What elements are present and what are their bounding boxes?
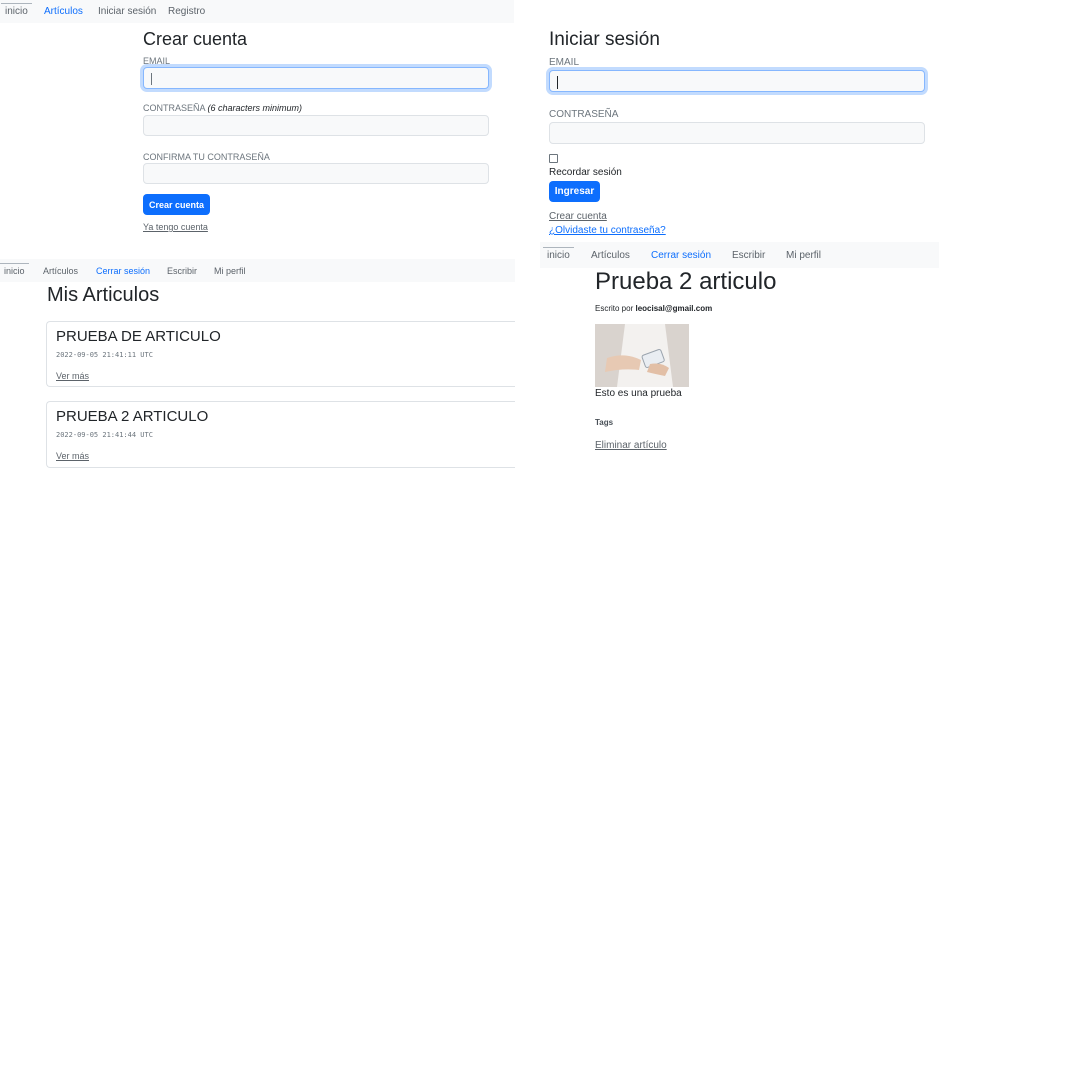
nav-cerrar-sesion[interactable]: Cerrar sesión [96,266,150,276]
nav-escribir[interactable]: Escribir [732,250,765,261]
remember-checkbox[interactable] [549,154,558,163]
password-label: CONTRASEÑA (6 characters minimum) [143,103,302,113]
email-label: EMAIL [143,56,171,66]
create-account-link[interactable]: Crear cuenta [549,211,607,222]
nav-escribir[interactable]: Escribir [167,266,197,276]
login-panel: Iniciar sesión EMAIL CONTRASEÑA Recordar… [540,0,940,241]
article-timestamp: 2022-09-05 21:41:11 UTC [56,351,153,359]
ver-mas-link[interactable]: Ver más [56,451,89,461]
article-timestamp: 2022-09-05 21:41:44 UTC [56,431,153,439]
text-caret [151,73,152,85]
password-label: CONTRASEÑA [549,109,619,120]
article-detail-panel: inicio Artículos Cerrar sesión Escribir … [540,242,940,462]
article-title: Prueba 2 articulo [595,268,777,295]
ver-mas-link[interactable]: Ver más [56,371,89,381]
nav-articulos[interactable]: Artículos [43,266,78,276]
article-image [595,324,689,387]
phone-in-hands-image [595,324,689,387]
email-input[interactable] [549,70,925,92]
nav-inicio[interactable]: inicio [0,262,28,276]
create-account-button[interactable]: Crear cuenta [143,194,210,215]
nav-articulos[interactable]: Artículos [591,250,630,261]
forgot-password-link[interactable]: ¿Olvidaste tu contraseña? [549,225,666,236]
delete-article-link[interactable]: Eliminar artículo [595,440,667,451]
article-card: PRUEBA 2 ARTICULO 2022-09-05 21:41:44 UT… [46,401,515,468]
article-navbar: inicio Artículos Cerrar sesión Escribir … [540,242,939,268]
remember-label: Recordar sesión [549,167,622,178]
password-hint: (6 characters minimum) [207,103,303,113]
nav-inicio[interactable]: inicio [543,246,574,261]
have-account-link[interactable]: Ya tengo cuenta [143,222,208,232]
byline-prefix: Escrito por [595,304,634,313]
nav-articulos[interactable]: Artículos [44,6,83,17]
password-label-text: CONTRASEÑA [143,103,206,113]
register-navbar: inicio Artículos Iniciar sesión Registro [0,0,514,23]
nav-iniciar-sesion[interactable]: Iniciar sesión [98,6,156,17]
password-input[interactable] [549,122,925,144]
text-caret [557,76,558,89]
password-input[interactable] [143,115,489,136]
nav-mi-perfil[interactable]: Mi perfil [786,250,821,261]
nav-cerrar-sesion[interactable]: Cerrar sesión [651,250,711,261]
article-byline: Escrito por leocisal@gmail.com [595,304,712,313]
email-input[interactable] [143,67,489,89]
my-articles-panel: inicio Artículos Cerrar sesión Escribir … [0,259,515,474]
article-author: leocisal@gmail.com [635,304,713,313]
register-panel: inicio Artículos Iniciar sesión Registro… [0,0,514,250]
nav-inicio[interactable]: inicio [1,3,32,17]
page-title: Mis Articulos [47,284,160,306]
email-label: EMAIL [549,57,580,68]
tags-label: Tags [595,418,614,427]
article-card: PRUEBA DE ARTICULO 2022-09-05 21:41:11 U… [46,321,515,387]
articles-navbar: inicio Artículos Cerrar sesión Escribir … [0,259,515,282]
nav-mi-perfil[interactable]: Mi perfil [214,266,246,276]
article-title: PRUEBA 2 ARTICULO [56,408,209,425]
login-button[interactable]: Ingresar [549,181,600,202]
article-title: PRUEBA DE ARTICULO [56,328,221,345]
page-title: Crear cuenta [143,29,248,49]
nav-registro[interactable]: Registro [168,6,205,17]
confirm-password-input[interactable] [143,163,489,184]
confirm-password-label: CONFIRMA TU CONTRASEÑA [143,152,270,162]
article-body: Esto es una prueba [595,388,682,399]
page-title: Iniciar sesión [549,29,660,50]
